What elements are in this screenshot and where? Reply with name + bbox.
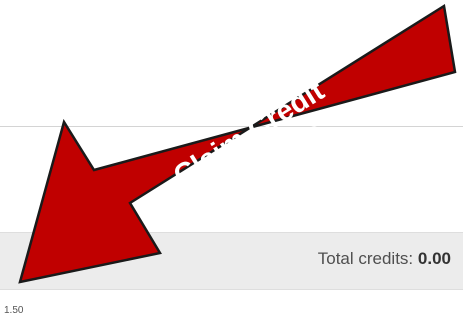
claim-credit-callout-arrow: Claim Credit Amounts [18, 3, 457, 284]
